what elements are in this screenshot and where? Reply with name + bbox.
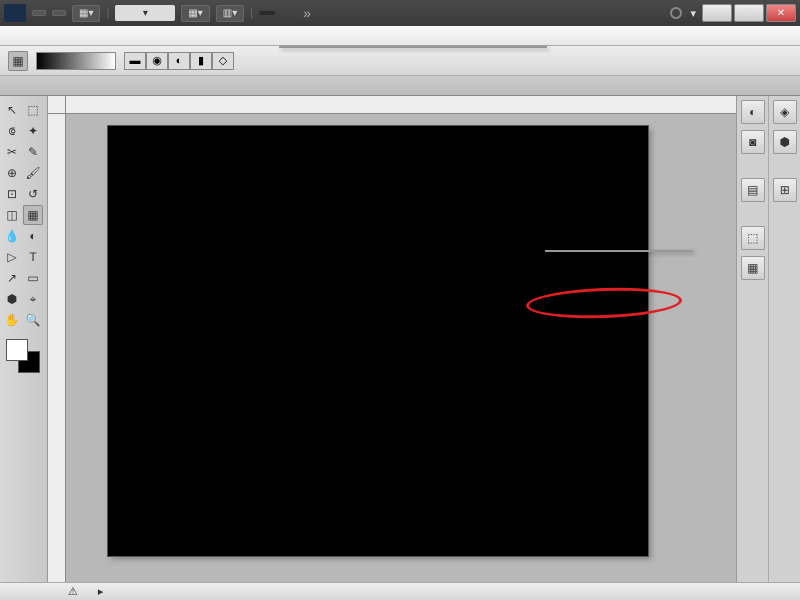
- canvas-area: [48, 96, 736, 582]
- eraser-tool[interactable]: ◫: [2, 205, 22, 225]
- zoom-tool[interactable]: 🔍: [23, 310, 43, 330]
- document-canvas[interactable]: [108, 126, 648, 556]
- workspace-more-icon[interactable]: »: [299, 5, 315, 21]
- move-tool[interactable]: ↖: [2, 100, 22, 120]
- cs-live-icon: [670, 7, 682, 19]
- lasso-tool[interactable]: ⟃: [2, 121, 22, 141]
- radial-gradient-button[interactable]: ◉: [146, 52, 168, 70]
- adjustments-panel-icon[interactable]: ◐: [741, 100, 765, 124]
- brush-tool[interactable]: 🖌: [23, 163, 43, 183]
- blur-tool[interactable]: 💧: [2, 226, 22, 246]
- menubar: [0, 26, 800, 46]
- swatches-panel-icon[interactable]: ⬢: [773, 130, 797, 154]
- healing-tool[interactable]: ⊕: [2, 163, 22, 183]
- statusbar: ⚠ ▸: [0, 582, 800, 600]
- type-tool[interactable]: T: [23, 247, 43, 267]
- toolbox: ↖ ⬚ ⟃ ✦ ✂ ✎ ⊕ 🖌 ⊡ ↺ ◫ ▦ 💧 ◐ ▷ T ↗ ▭ ⬢ ⌖ …: [0, 96, 48, 582]
- workspace: ↖ ⬚ ⟃ ✦ ✂ ✎ ⊕ 🖌 ⊡ ↺ ◫ ▦ 💧 ◐ ▷ T ↗ ▭ ⬢ ⌖ …: [0, 96, 800, 582]
- layers-panel-icon[interactable]: ▤: [741, 178, 765, 202]
- status-warning-icon: ⚠: [68, 585, 78, 598]
- maximize-button[interactable]: ☐: [734, 4, 764, 22]
- cs-live-button[interactable]: ▾: [670, 7, 696, 20]
- foreground-color-swatch[interactable]: [6, 339, 28, 361]
- linear-gradient-button[interactable]: ▬: [124, 52, 146, 70]
- shape-tool[interactable]: ▭: [23, 268, 43, 288]
- gradient-type-buttons: ▬ ◉ ◐ ▮ ◇: [124, 52, 234, 70]
- reflected-gradient-button[interactable]: ▮: [190, 52, 212, 70]
- eyedropper-tool[interactable]: ✎: [23, 142, 43, 162]
- bridge-button[interactable]: [32, 10, 46, 16]
- path-select-tool[interactable]: ↗: [2, 268, 22, 288]
- dodge-tool[interactable]: ◐: [23, 226, 43, 246]
- titlebar: ▦▾ | ▾ ▦▾ ▥▾ | » ▾ — ☐ ✕: [0, 0, 800, 26]
- optionsbar: ▦ ▬ ◉ ◐ ▮ ◇: [0, 46, 800, 76]
- color-swatches[interactable]: [2, 339, 42, 379]
- gradient-tool[interactable]: ▦: [23, 205, 43, 225]
- vertical-ruler[interactable]: [48, 114, 66, 582]
- pen-tool[interactable]: ▷: [2, 247, 22, 267]
- ruler-origin[interactable]: [48, 96, 66, 114]
- angle-gradient-button[interactable]: ◐: [168, 52, 190, 70]
- paths-panel-icon[interactable]: ⬚: [741, 226, 765, 250]
- stamp-tool[interactable]: ⊡: [2, 184, 22, 204]
- 3d-camera-tool[interactable]: ⌖: [23, 289, 43, 309]
- history-brush-tool[interactable]: ↺: [23, 184, 43, 204]
- gradient-preview[interactable]: [36, 52, 116, 70]
- channels-panel-icon[interactable]: ▦: [741, 256, 765, 280]
- character-panel-icon[interactable]: ⊞: [773, 178, 797, 202]
- horizontal-ruler[interactable]: [66, 96, 736, 114]
- histogram-panel-icon[interactable]: ◙: [741, 130, 765, 154]
- styles-panel-icon[interactable]: ◈: [773, 100, 797, 124]
- wand-tool[interactable]: ✦: [23, 121, 43, 141]
- view-extras-button[interactable]: ▦▾: [181, 5, 209, 22]
- arrange-docs-button[interactable]: ▥▾: [216, 5, 244, 22]
- renderfilter-submenu: [545, 250, 693, 252]
- 3d-tool[interactable]: ⬢: [2, 289, 22, 309]
- app-logo: [4, 4, 26, 22]
- minimize-button[interactable]: —: [702, 4, 732, 22]
- minibridge-button[interactable]: [52, 10, 66, 16]
- screen-mode-button[interactable]: ▦▾: [72, 5, 100, 22]
- document-tabs: [0, 76, 800, 96]
- workspace-psd-tutorials[interactable]: [259, 11, 275, 15]
- close-button[interactable]: ✕: [766, 4, 796, 22]
- diamond-gradient-button[interactable]: ◇: [212, 52, 234, 70]
- zoom-display[interactable]: ▾: [115, 5, 175, 21]
- status-arrow-icon[interactable]: ▸: [98, 585, 104, 598]
- panels-dock: ◐ ◙ ▤ ⬚ ▦ ◈ ⬢ ⊞: [736, 96, 800, 582]
- marquee-tool[interactable]: ⬚: [23, 100, 43, 120]
- crop-tool[interactable]: ✂: [2, 142, 22, 162]
- hand-tool[interactable]: ✋: [2, 310, 22, 330]
- gradient-tool-icon[interactable]: ▦: [8, 51, 28, 71]
- filter-menu: [279, 46, 547, 48]
